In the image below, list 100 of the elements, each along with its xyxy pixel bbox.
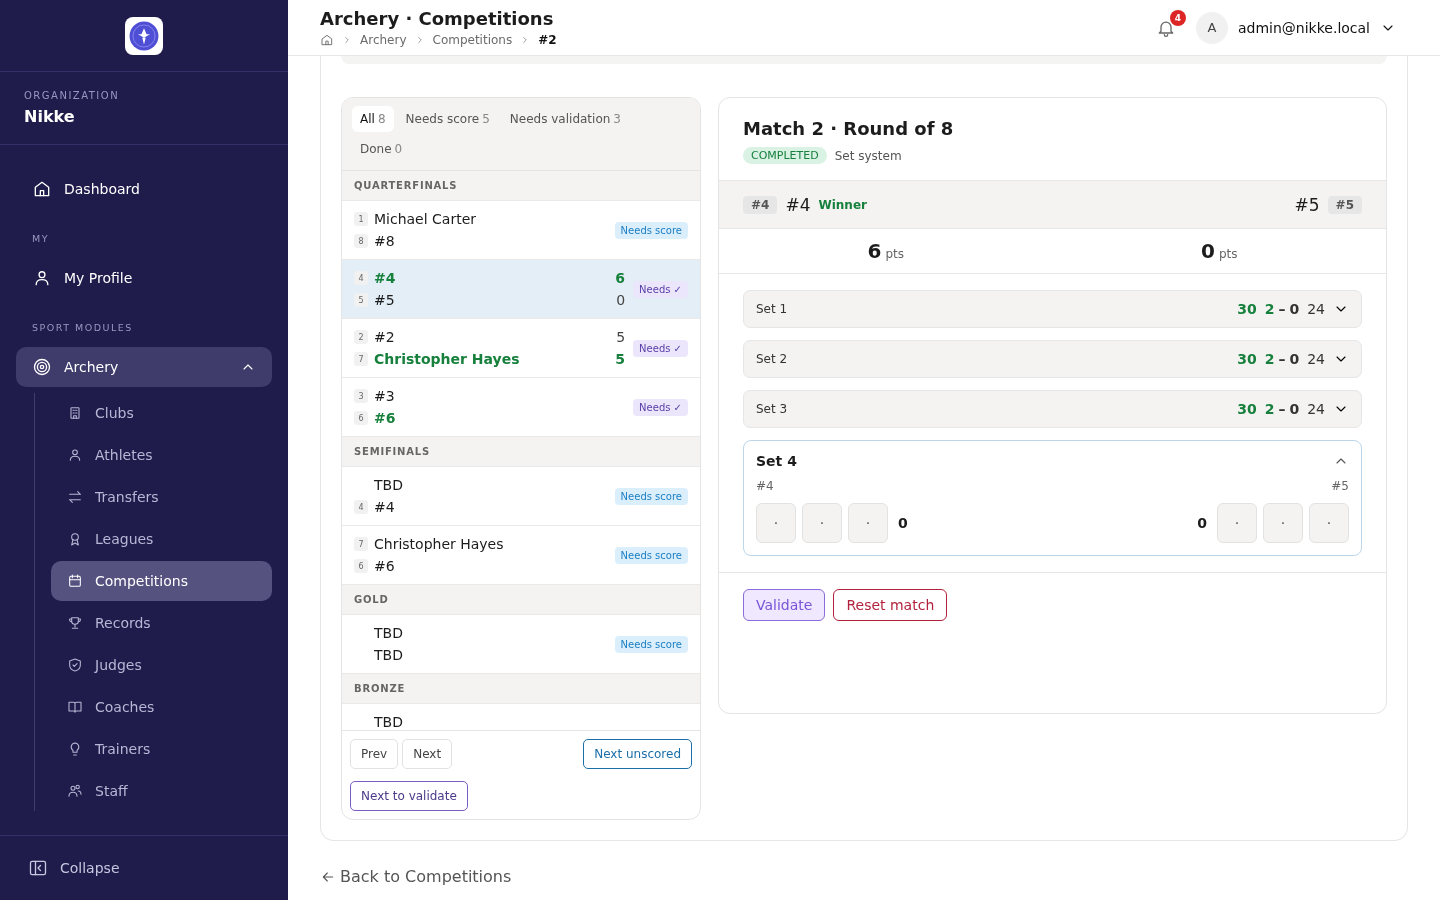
arrow-score-field[interactable]: · — [1217, 503, 1257, 543]
filter-tab[interactable]: All 8 — [352, 106, 394, 132]
nav-button[interactable]: Next — [402, 739, 453, 769]
nav-button[interactable]: Prev — [350, 739, 399, 769]
status-badge: Needs ✓ — [633, 339, 688, 357]
nav-item[interactable]: Judges — [51, 645, 272, 685]
nav-item[interactable]: Clubs — [51, 393, 272, 433]
points-unit: pts — [1218, 247, 1238, 261]
entrant-name: #5 — [374, 292, 396, 308]
book-icon — [67, 699, 83, 715]
set-title[interactable]: Set 4 — [756, 453, 797, 469]
filter-tab[interactable]: Needs score 5 — [397, 106, 498, 132]
seed-number: 2 — [354, 330, 368, 344]
status-badge: Needs score — [614, 221, 688, 239]
arrow-score-field[interactable]: · — [1263, 503, 1303, 543]
competitor-label: #4 — [756, 479, 774, 493]
notification-count: 4 — [1169, 9, 1186, 26]
user-menu[interactable]: A admin@nikke.local — [1195, 11, 1408, 44]
nav-item[interactable]: Transfers — [51, 477, 272, 517]
chevron-right-icon — [342, 35, 352, 45]
status-pill: COMPLETED — [743, 147, 827, 164]
nav-item[interactable]: Staff — [51, 771, 272, 811]
competitor-name: #4 — [785, 194, 811, 215]
seed-number: 6 — [354, 411, 368, 425]
seed-number: 1 — [354, 212, 368, 226]
entrant-name: #4 — [374, 270, 397, 286]
nav-item[interactable]: Athletes — [51, 435, 272, 475]
entrant-name: #3 — [374, 388, 396, 404]
format-label: Set system — [834, 148, 902, 163]
entrant-score: 6 — [614, 270, 626, 286]
nav-item[interactable]: Trainers — [51, 729, 272, 769]
entrant-score: 0 — [615, 292, 626, 308]
home-icon — [320, 33, 334, 47]
set-row[interactable]: Set 3 30 2 – 0 24 — [743, 390, 1362, 428]
arrow-score-field[interactable]: · — [848, 503, 888, 543]
person-icon — [67, 447, 83, 463]
round-heading: QUARTERFINALS — [342, 171, 700, 201]
arrow-score-field[interactable]: · — [802, 503, 842, 543]
target-icon — [32, 357, 52, 377]
nav-item[interactable]: Competitions — [51, 561, 272, 601]
breadcrumb-link[interactable]: Competitions — [432, 33, 513, 47]
nav-item[interactable]: Leagues — [51, 519, 272, 559]
status-badge: Needs ✓ — [633, 280, 688, 298]
nav-button[interactable]: Next to validate — [350, 781, 468, 811]
breadcrumb-link[interactable]: #2 — [538, 33, 557, 47]
entrant-score: 5 — [615, 329, 626, 345]
status-badge: Needs score — [614, 635, 688, 653]
collapse-button[interactable]: Collapse — [0, 848, 148, 888]
seed-number: 4 — [354, 500, 368, 514]
action-button[interactable]: Validate — [743, 589, 826, 621]
breadcrumb-link[interactable]: Archery — [360, 33, 407, 47]
points-value: 6 — [867, 239, 882, 263]
entrant-name: #4 — [374, 499, 396, 515]
status-badge: Needs score — [614, 546, 688, 564]
seed-number: 8 — [354, 234, 368, 248]
organization-name: Nikke — [24, 107, 76, 126]
set-row[interactable]: Set 1 30 2 – 0 24 — [743, 290, 1362, 328]
entrant-name: TBD — [374, 477, 404, 493]
points-unit: pts — [885, 247, 904, 261]
filter-tab[interactable]: Needs validation 3 — [501, 106, 629, 132]
round-heading: SEMIFINALS — [342, 437, 700, 467]
set-total: 0 — [897, 515, 909, 531]
status-badge: Needs score — [614, 487, 688, 505]
filter-tab[interactable]: Done 0 — [352, 136, 411, 162]
nav-item[interactable]: My Profile — [16, 258, 272, 298]
nav-button[interactable]: Next unscored — [583, 739, 692, 769]
entrant-name: TBD — [374, 647, 404, 663]
action-button[interactable]: Reset match — [833, 589, 948, 621]
arrow-score-field[interactable]: · — [1309, 503, 1349, 543]
logo-icon[interactable] — [125, 16, 163, 55]
match-title: Match 2 · Round of 8 — [743, 118, 955, 139]
entrant-name: Christopher Hayes — [374, 536, 505, 552]
round-heading: BRONZE — [342, 674, 700, 704]
entrant-name: #8 — [374, 233, 396, 249]
trophy-icon — [67, 615, 83, 631]
building-icon — [67, 405, 83, 421]
page-title: Archery · Competitions — [320, 8, 555, 29]
entrant-name: TBD — [374, 625, 404, 641]
shield-icon — [67, 657, 83, 673]
set-total: 0 — [1196, 515, 1208, 531]
back-link[interactable]: Back to Competitions — [320, 867, 512, 886]
set-row[interactable]: Set 2 30 2 – 0 24 — [743, 340, 1362, 378]
nav-item[interactable]: Records — [51, 603, 272, 643]
entrant-score: 5 — [614, 351, 626, 367]
nav-group[interactable]: Archery — [16, 347, 272, 387]
arrow-score-field[interactable]: · — [756, 503, 796, 543]
entrant-name: #6 — [374, 558, 396, 574]
entrant-name: Michael Carter — [374, 211, 478, 227]
competitor-name: #5 — [1294, 194, 1320, 215]
seed-tag: #5 — [1327, 195, 1362, 214]
seed-number: 3 — [354, 389, 368, 403]
section-label: ORGANIZATION — [24, 90, 121, 101]
seed-number: 7 — [354, 352, 368, 366]
seed-tag: #4 — [743, 195, 778, 214]
nav-item[interactable]: Dashboard — [16, 169, 272, 209]
seed-number: 4 — [354, 271, 368, 285]
seed-number: 7 — [354, 537, 368, 551]
home-icon — [32, 179, 52, 199]
match-row[interactable]: 4 #4 6 5 #5 0 Needs ✓ — [342, 260, 700, 319]
nav-item[interactable]: Coaches — [51, 687, 272, 727]
